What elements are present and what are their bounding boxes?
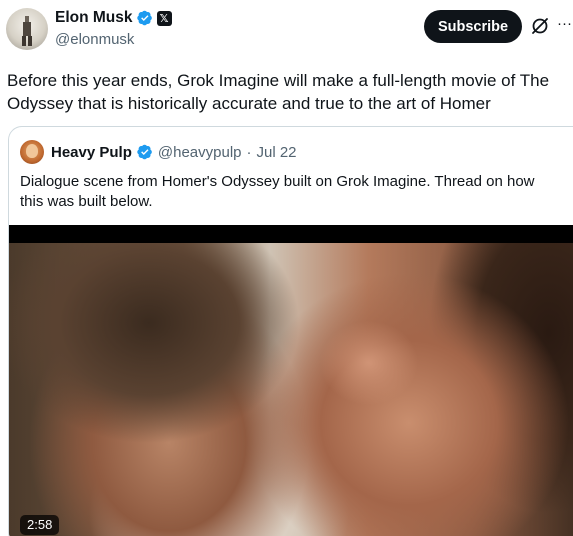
quoted-separator: · <box>246 143 252 161</box>
quoted-post-header: Heavy Pulp @heavypulp · Jul 22 <box>20 140 297 164</box>
more-options-icon[interactable]: ··· <box>557 14 573 34</box>
video-thumbnail <box>9 243 573 536</box>
quoted-author-avatar <box>20 140 44 164</box>
subscribe-button[interactable]: Subscribe <box>424 10 522 43</box>
quoted-post-text: Dialogue scene from Homer's Odyssey buil… <box>20 173 535 210</box>
post-text: Before this year ends, Grok Imagine will… <box>7 71 550 113</box>
video-duration-badge: 2:58 <box>20 515 60 535</box>
quoted-post[interactable]: Heavy Pulp @heavypulp · Jul 22 Dialogue … <box>8 126 573 536</box>
quoted-author-handle: @heavypulp <box>157 143 242 161</box>
author-avatar[interactable] <box>6 8 48 50</box>
author-handle[interactable]: @elonmusk <box>55 31 134 48</box>
verified-badge-icon <box>136 10 152 26</box>
quoted-author-display-name: Heavy Pulp <box>51 143 132 161</box>
author-name-row: Elon Musk 𝕏 <box>55 8 172 28</box>
verified-badge-icon <box>137 144 152 160</box>
quoted-post-date: Jul 22 <box>256 143 297 161</box>
post-header: Elon Musk 𝕏 @elonmusk Subscribe ··· <box>0 0 573 62</box>
grok-icon[interactable] <box>530 16 550 36</box>
video-player[interactable]: 2:58 <box>9 225 573 536</box>
author-display-name[interactable]: Elon Musk <box>55 9 133 27</box>
x-logo-icon: 𝕏 <box>156 10 172 26</box>
avatar-figure-icon <box>22 16 32 46</box>
